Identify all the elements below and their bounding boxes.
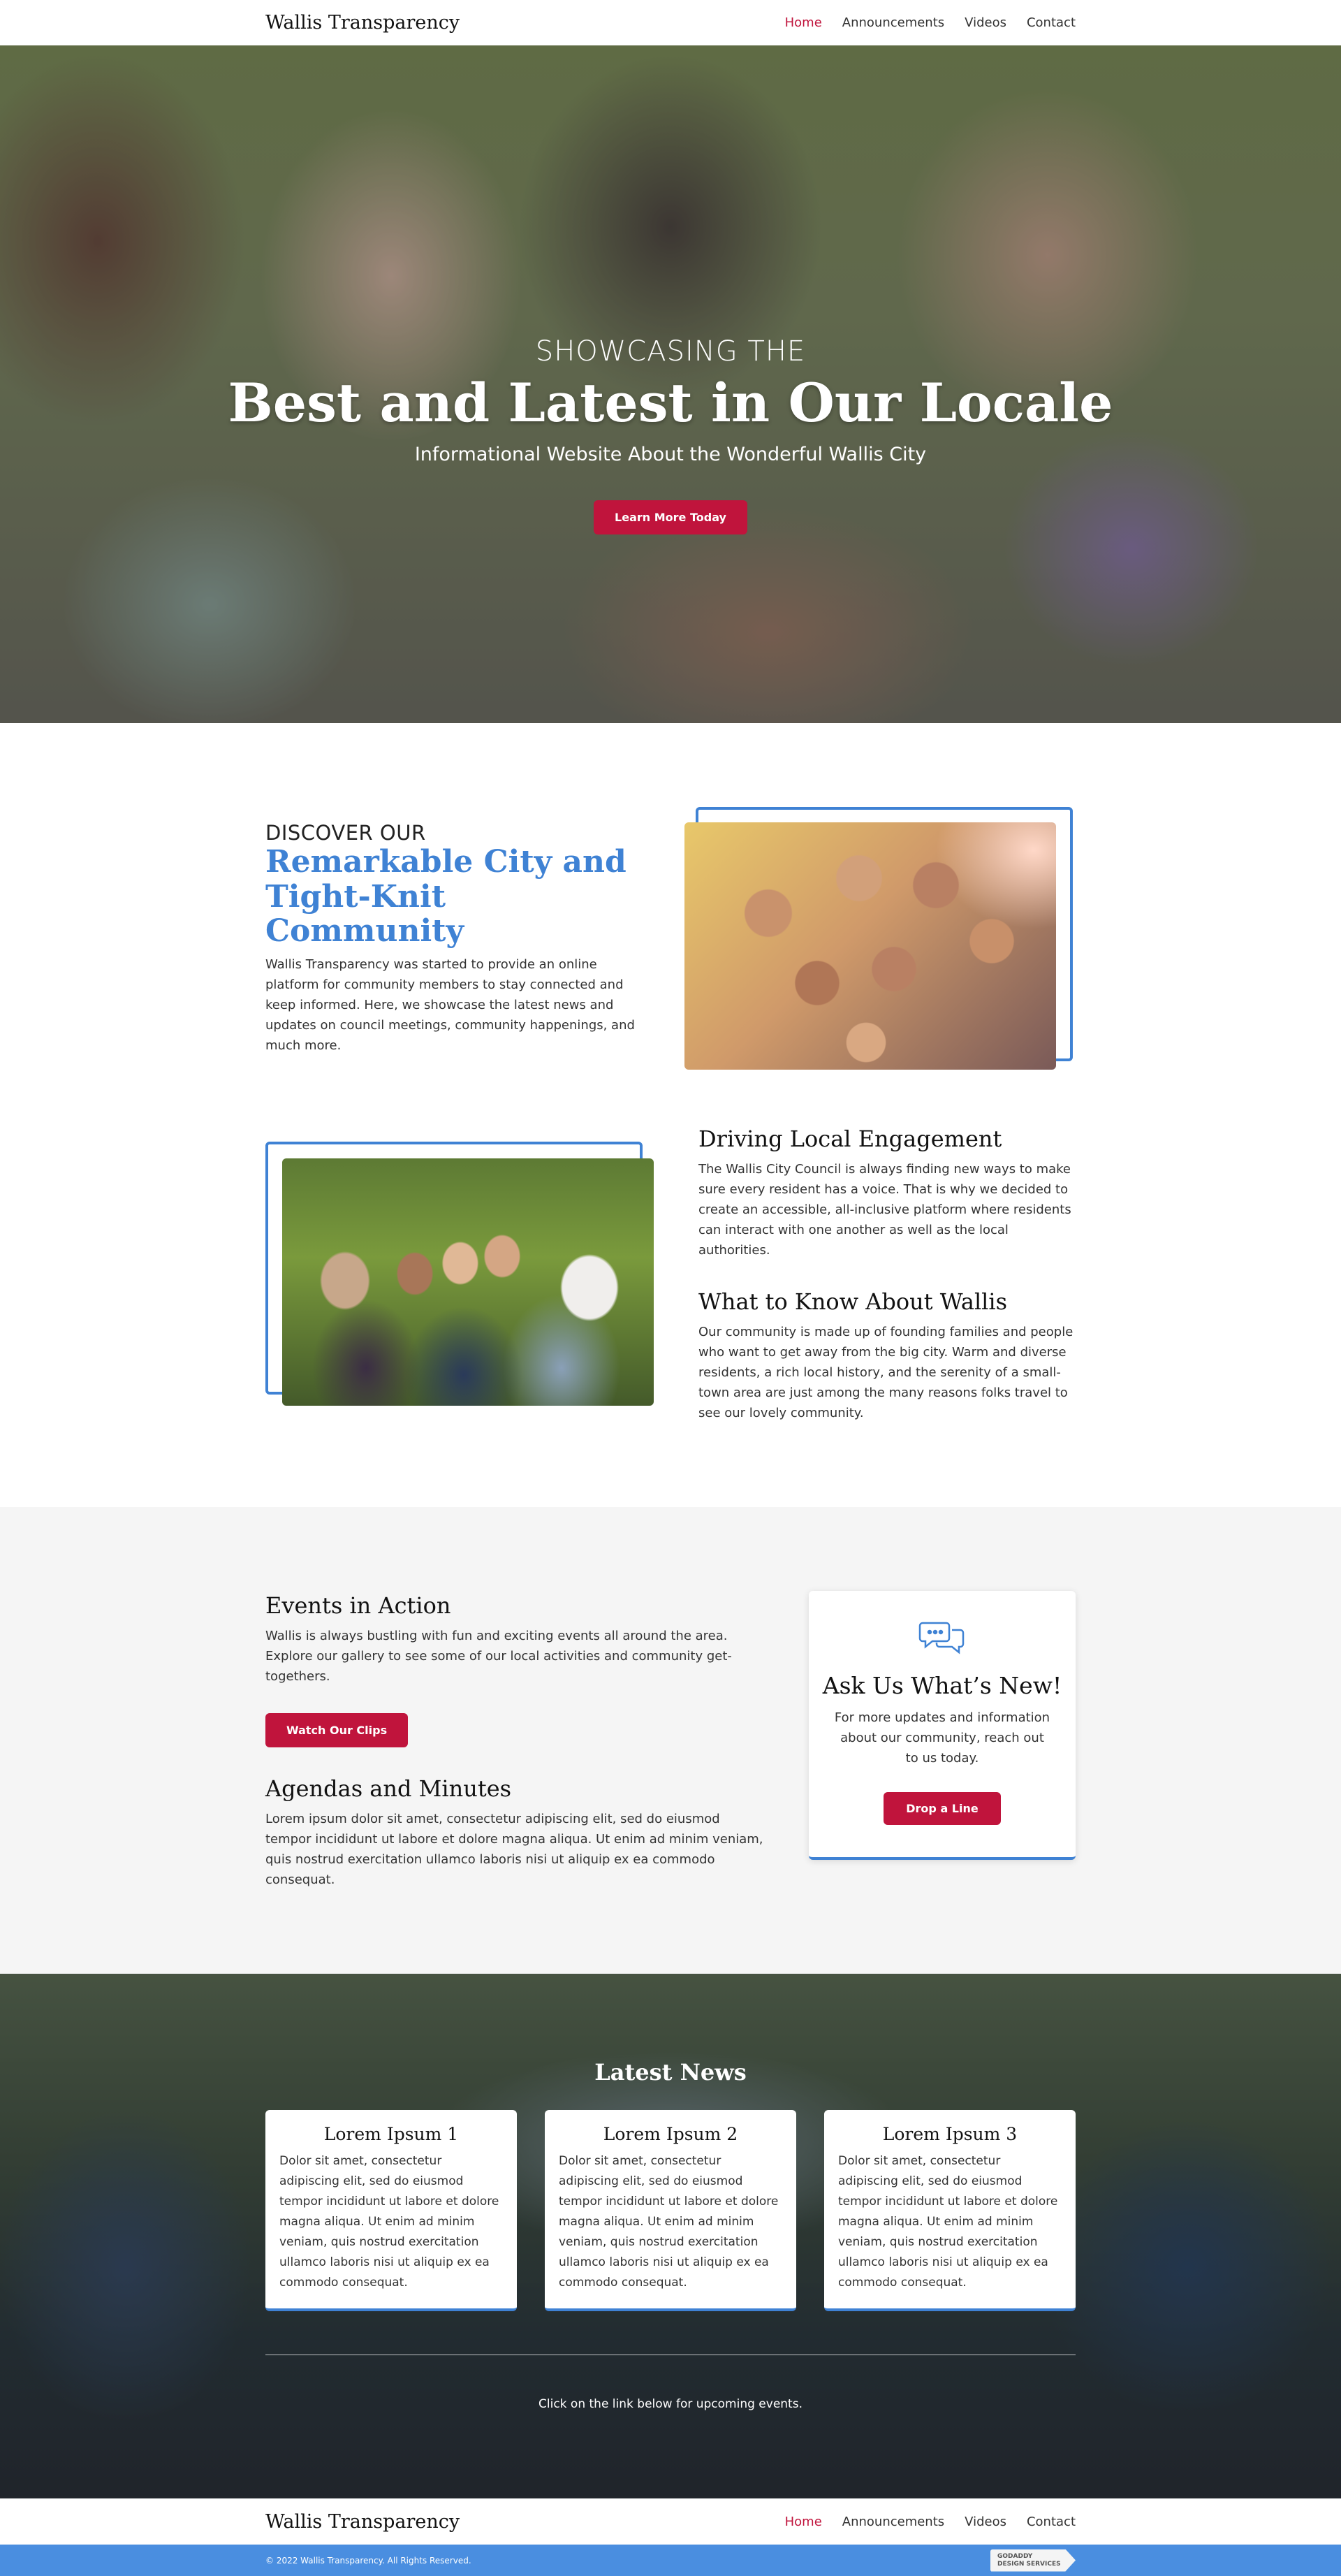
intro-text-block: DISCOVER OUR Remarkable City and Tight-K… (265, 821, 643, 1056)
engagement-section: Driving Local Engagement The Wallis City… (0, 1070, 1341, 1507)
events-text-block: Events in Action Wallis is always bustli… (265, 1591, 768, 1890)
news-card-title: Lorem Ipsum 1 (323, 2124, 459, 2144)
nav-videos[interactable]: Videos (965, 15, 1006, 30)
ask-card: Ask Us What’s New! For more updates and … (809, 1591, 1076, 1860)
intro-pretitle: DISCOVER OUR (265, 820, 426, 845)
news-card[interactable]: Lorem Ipsum 3 Dolor sit amet, consectetu… (824, 2110, 1076, 2311)
watch-clips-button[interactable]: Watch Our Clips (265, 1713, 409, 1747)
engagement-paragraph: The Wallis City Council is always findin… (698, 1162, 1071, 1258)
agendas-paragraph: Lorem ipsum dolor sit amet, consectetur … (265, 1812, 763, 1887)
godaddy-badge[interactable]: GODADDY DESIGN SERVICES (990, 2549, 1076, 2572)
news-card-title: Lorem Ipsum 3 (882, 2124, 1018, 2144)
main-nav: Home Announcements Videos Contact (785, 15, 1076, 30)
footer-brand[interactable]: Wallis Transparency (265, 2511, 460, 2533)
footer-nav-contact[interactable]: Contact (1027, 2515, 1076, 2529)
site-brand[interactable]: Wallis Transparency (265, 12, 460, 34)
know-title: What to Know About Wallis (698, 1288, 1008, 1315)
hero-title: Best and Latest in Our Locale (228, 372, 1113, 434)
events-section: Events in Action Wallis is always bustli… (0, 1507, 1341, 1974)
copyright-bar: © 2022 Wallis Transparency. All Rights R… (0, 2545, 1341, 2576)
intro-title-line1: Remarkable City and (265, 843, 626, 880)
events-paragraph: Wallis is always bustling with fun and e… (265, 1629, 732, 1684)
badge-line1: GODADDY (997, 2552, 1033, 2560)
site-footer: Wallis Transparency Home Announcements V… (0, 2498, 1341, 2545)
know-paragraph: Our community is made up of founding fam… (698, 1325, 1073, 1420)
nav-contact[interactable]: Contact (1027, 15, 1076, 30)
intro-paragraph: Wallis Transparency was started to provi… (265, 957, 635, 1054)
news-cards: Lorem Ipsum 1 Dolor sit amet, consectetu… (265, 2110, 1076, 2311)
site-header: Wallis Transparency Home Announcements V… (0, 0, 1341, 45)
cheering-friends-photo (282, 1158, 654, 1406)
news-card[interactable]: Lorem Ipsum 2 Dolor sit amet, consectetu… (545, 2110, 796, 2311)
news-card-text: Dolor sit amet, consectetur adipiscing e… (279, 2154, 499, 2290)
footer-nav-home[interactable]: Home (785, 2515, 822, 2529)
intro-title: Remarkable City and Tight-Knit Community (265, 845, 643, 949)
engagement-text-block: Driving Local Engagement The Wallis City… (698, 1126, 1076, 1423)
intro-section: DISCOVER OUR Remarkable City and Tight-K… (0, 723, 1341, 1070)
engagement-title: Driving Local Engagement (698, 1126, 1002, 1152)
ask-title: Ask Us What’s New! (822, 1672, 1062, 1699)
footer-nav: Home Announcements Videos Contact (785, 2515, 1076, 2529)
footer-nav-announcements[interactable]: Announcements (842, 2515, 944, 2529)
hero-subtitle: Informational Website About the Wonderfu… (414, 444, 927, 465)
news-card-text: Dolor sit amet, consectetur adipiscing e… (838, 2154, 1058, 2290)
news-section: Latest News Lorem Ipsum 1 Dolor sit amet… (0, 1974, 1341, 2498)
engagement-image-frame (265, 1142, 657, 1407)
upcoming-events-text: Click on the link below for upcoming eve… (538, 2397, 803, 2411)
news-title: Latest News (594, 2059, 747, 2086)
chat-bubbles-icon (918, 1622, 966, 1659)
copyright-text: © 2022 Wallis Transparency. All Rights R… (265, 2555, 471, 2566)
nav-announcements[interactable]: Announcements (842, 15, 944, 30)
events-title: Events in Action (265, 1592, 451, 1619)
hero-pretitle: SHOWCASING THE (535, 335, 806, 368)
news-card-title: Lorem Ipsum 2 (603, 2124, 738, 2144)
ask-paragraph: For more updates and information about o… (834, 1710, 1050, 1766)
learn-more-button[interactable]: Learn More Today (594, 500, 747, 534)
nav-home[interactable]: Home (785, 15, 822, 30)
community-group-photo (684, 822, 1056, 1070)
news-card-text: Dolor sit amet, consectetur adipiscing e… (559, 2154, 779, 2290)
footer-nav-videos[interactable]: Videos (965, 2515, 1006, 2529)
hero-section: SHOWCASING THE Best and Latest in Our Lo… (0, 45, 1341, 723)
agendas-title: Agendas and Minutes (265, 1775, 512, 1802)
intro-image-frame (684, 807, 1076, 1070)
badge-line2: DESIGN SERVICES (997, 2560, 1061, 2568)
news-card[interactable]: Lorem Ipsum 1 Dolor sit amet, consectetu… (265, 2110, 517, 2311)
drop-a-line-button[interactable]: Drop a Line (884, 1792, 1001, 1825)
intro-title-line2: Tight-Knit Community (265, 878, 464, 949)
hero-content: SHOWCASING THE Best and Latest in Our Lo… (0, 335, 1341, 534)
